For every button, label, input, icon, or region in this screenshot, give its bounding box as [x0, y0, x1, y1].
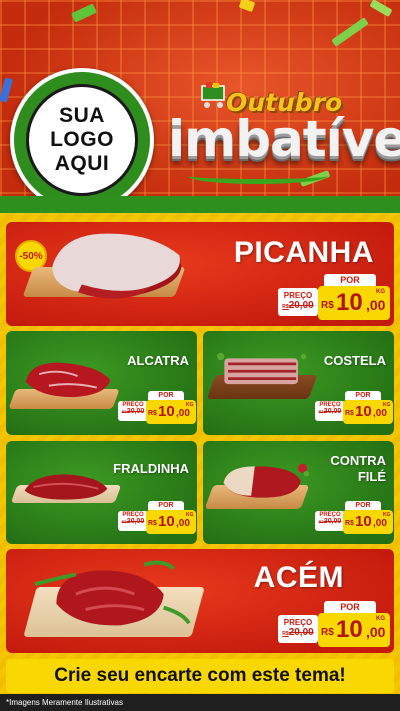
acem-meat-image	[34, 560, 191, 626]
new-price-currency: R$	[345, 520, 354, 527]
old-price-value: R$20,00	[315, 518, 345, 525]
old-price-amount: 20,00	[288, 300, 314, 311]
new-price-integer: 10	[355, 403, 372, 420]
new-price: R$ 10 ,00 KG	[343, 510, 393, 534]
product-card-acem: ACÉM POR PREÇO R$20,00 R$ 10 ,00 KG	[6, 549, 394, 653]
old-price-label: PREÇO	[283, 291, 313, 300]
old-price-amount: 20,00	[288, 627, 314, 638]
price-block: POR PREÇO R$20,00 R$ 10 ,00 KG	[118, 391, 196, 427]
product-card-contra-file: CONTRA FILÉ POR PREÇO R$20,00 R$ 10 ,00 …	[203, 441, 394, 544]
picanha-meat-image	[52, 233, 182, 299]
old-price-value: R$20,00	[118, 408, 148, 415]
confetti-icon	[369, 0, 393, 17]
new-price-integer: 10	[355, 513, 372, 530]
new-price-integer: 10	[158, 403, 175, 420]
product-card-alcatra: ALCATRA POR PREÇO R$20,00 R$ 10 ,00 KG	[6, 331, 197, 435]
product-name: PICANHA	[233, 236, 374, 269]
new-price-currency: R$	[148, 520, 157, 527]
old-price-value: R$20,00	[315, 408, 345, 415]
price-block: POR PREÇO R$20,00 R$ 10 ,00 KG	[278, 601, 392, 651]
new-price: R$ 10 ,00 KG	[318, 286, 390, 320]
new-price: R$ 10 ,00 KG	[146, 400, 196, 424]
confetti-icon	[71, 3, 97, 23]
old-price: PREÇO R$20,00	[315, 401, 345, 421]
product-name: ALCATRA	[127, 353, 189, 368]
new-price-decimal: ,00	[366, 624, 386, 640]
price-unit: KG	[186, 512, 194, 518]
new-price-currency: R$	[321, 300, 334, 311]
new-price-currency: R$	[345, 410, 354, 417]
product-name: COSTELA	[323, 353, 386, 368]
product-name-line-1: CONTRA	[330, 453, 386, 468]
product-card-costela: COSTELA POR PREÇO R$20,00 R$ 10 ,00 KG	[203, 331, 394, 435]
price-por-label: POR	[345, 501, 381, 510]
old-price-amount: 20,00	[323, 408, 342, 415]
old-price: PREÇO R$20,00	[278, 615, 318, 643]
old-price: PREÇO R$20,00	[315, 511, 345, 531]
confetti-icon	[331, 17, 369, 47]
new-price: R$ 10 ,00 KG	[318, 613, 390, 647]
price-block: POR PREÇO R$20,00 R$ 10 ,00 KG	[315, 391, 393, 427]
disclaimer-note: *Imagens Meramente Ilustrativas	[0, 694, 400, 711]
fraldinha-meat-image	[24, 474, 108, 500]
old-price-value: R$20,00	[278, 300, 318, 311]
logo-placeholder: SUA LOGO AQUI	[10, 68, 154, 212]
new-price-integer: 10	[158, 513, 175, 530]
confetti-icon	[0, 77, 13, 103]
header-divider	[0, 196, 400, 214]
old-price-amount: 20,00	[126, 408, 145, 415]
old-price-amount: 20,00	[323, 518, 342, 525]
title-main: imbatível	[168, 110, 400, 168]
logo-text-line-3: AQUI	[54, 152, 110, 175]
new-price-currency: R$	[148, 410, 157, 417]
costela-meat-image	[217, 352, 307, 385]
old-price-label: PREÇO	[283, 618, 313, 627]
price-unit: KG	[383, 512, 391, 518]
new-price-decimal: ,00	[373, 518, 387, 529]
product-card-fraldinha: FRALDINHA POR PREÇO R$20,00 R$ 10 ,00 KG	[6, 441, 197, 544]
price-block: POR PREÇO R$20,00 R$ 10 ,00 KG	[278, 274, 392, 324]
old-price: PREÇO R$20,00	[278, 288, 318, 316]
price-unit: KG	[376, 289, 385, 295]
contra-file-meat-image	[223, 463, 310, 498]
old-price-value: R$20,00	[278, 627, 318, 638]
alcatra-meat-image	[25, 362, 111, 398]
new-price-integer: 10	[336, 289, 363, 316]
price-por-label: POR	[345, 391, 381, 400]
price-por-label: POR	[148, 501, 184, 510]
price-por-label: POR	[324, 601, 376, 613]
new-price: R$ 10 ,00 KG	[146, 510, 196, 534]
old-price-value: R$20,00	[118, 518, 148, 525]
price-block: POR PREÇO R$20,00 R$ 10 ,00 KG	[118, 501, 196, 537]
flyer: SUA LOGO AQUI Outubro imbatível -50% PIC…	[0, 0, 400, 711]
price-block: POR PREÇO R$20,00 R$ 10 ,00 KG	[315, 501, 393, 537]
title-swoosh	[188, 168, 328, 184]
logo-text-line-2: LOGO	[50, 128, 114, 151]
cta-banner[interactable]: Crie seu encarte com este tema!	[6, 659, 394, 693]
header-banner: SUA LOGO AQUI Outubro imbatível	[0, 0, 400, 214]
price-unit: KG	[383, 402, 391, 408]
price-por-label: POR	[148, 391, 184, 400]
old-price-amount: 20,00	[126, 518, 145, 525]
new-price-decimal: ,00	[373, 408, 387, 419]
new-price-decimal: ,00	[366, 297, 386, 313]
product-card-picanha: -50% PICANHA POR PREÇO R$20,00 R$ 10 ,00…	[6, 222, 394, 326]
price-por-label: POR	[324, 274, 376, 286]
logo-text-line-1: SUA	[59, 104, 105, 127]
product-name-line-2: FILÉ	[357, 469, 386, 484]
new-price-decimal: ,00	[176, 408, 190, 419]
new-price-integer: 10	[336, 616, 363, 643]
confetti-icon	[238, 0, 256, 13]
price-unit: KG	[376, 616, 385, 622]
new-price-currency: R$	[321, 627, 334, 638]
price-unit: KG	[186, 402, 194, 408]
old-price: PREÇO R$20,00	[118, 401, 148, 421]
new-price-decimal: ,00	[176, 518, 190, 529]
campaign-title: Outubro imbatível	[168, 82, 400, 192]
product-name: FRALDINHA	[113, 461, 189, 476]
new-price: R$ 10 ,00 KG	[343, 400, 393, 424]
product-name: CONTRA FILÉ	[330, 453, 386, 485]
product-name: ACÉM	[253, 561, 344, 594]
old-price: PREÇO R$20,00	[118, 511, 148, 531]
